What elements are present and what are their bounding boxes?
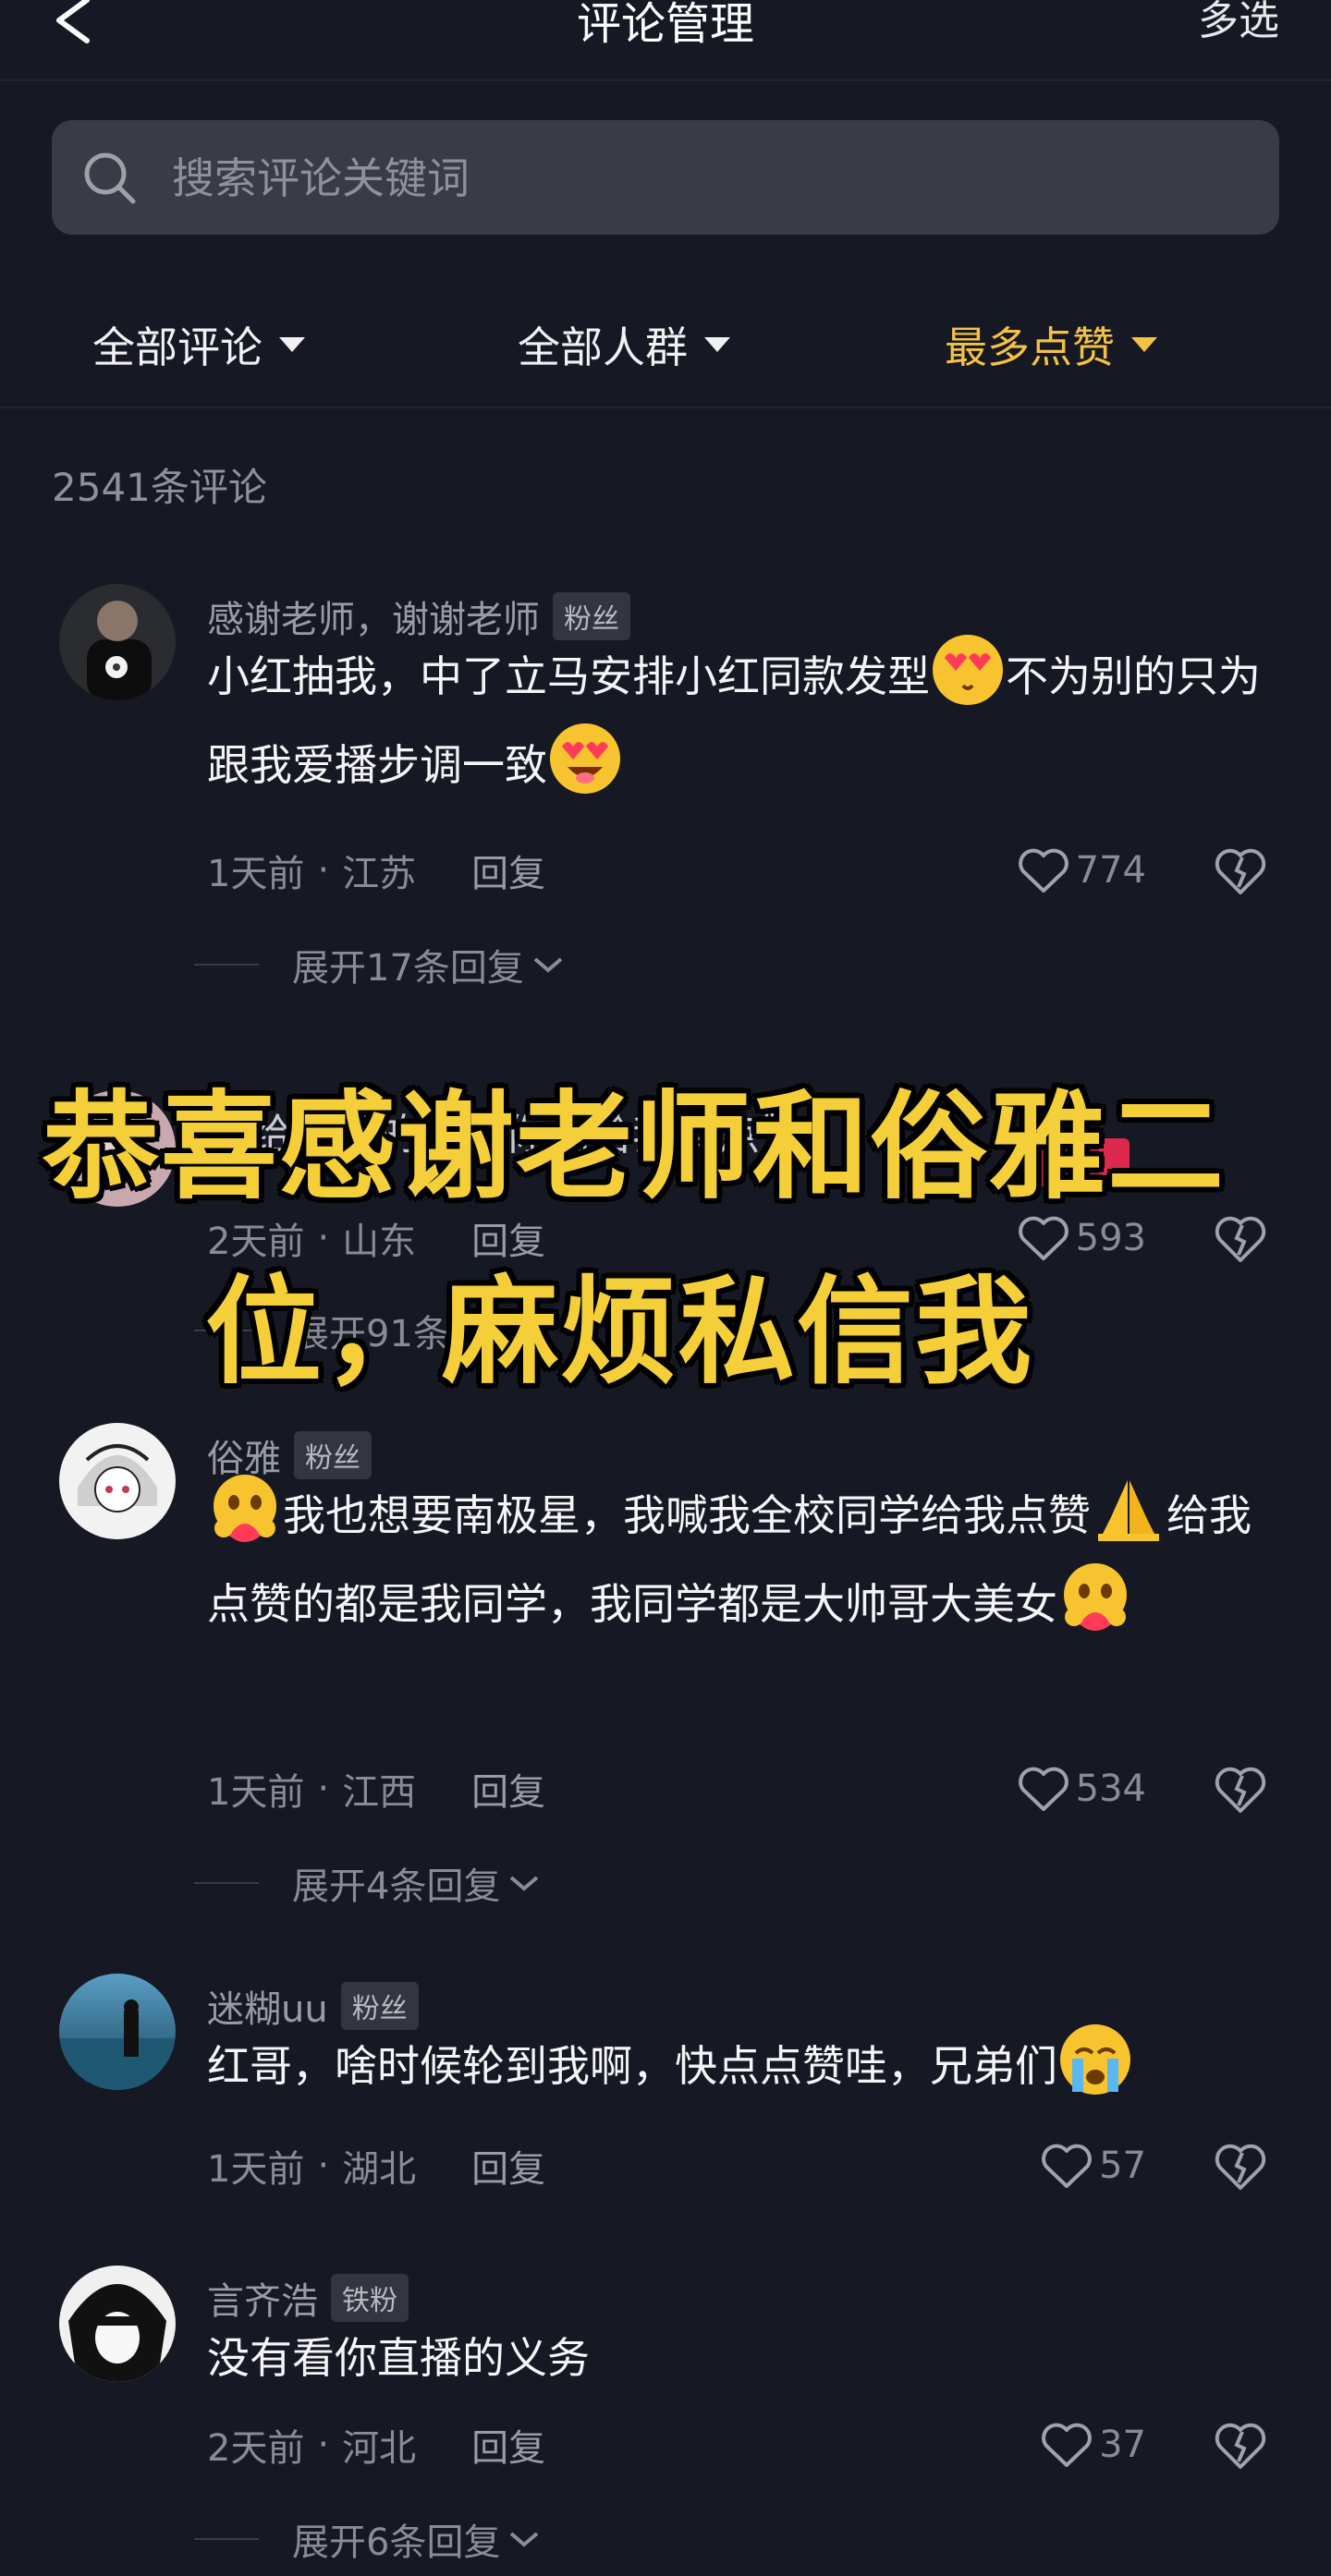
separator-dot: · xyxy=(317,2424,330,2466)
dislike-heart-icon[interactable] xyxy=(1213,2138,1268,2193)
comment-location: 湖北 xyxy=(342,2148,417,2191)
like-count: 593 xyxy=(1075,1217,1146,1259)
like-button[interactable]: 534 xyxy=(1017,1761,1146,1817)
filter-label: 最多点赞 xyxy=(945,322,1115,372)
comment-time: 1天前 xyxy=(207,2148,305,2191)
reply-button[interactable]: 回复 xyxy=(471,2139,545,2193)
hugging-emoji-icon xyxy=(1064,1563,1127,1631)
like-count: 37 xyxy=(1099,2424,1146,2466)
separator-dot: · xyxy=(317,849,330,892)
comment-location: 江西 xyxy=(342,1771,417,1814)
avatar[interactable] xyxy=(59,584,176,700)
page-title: 评论管理 xyxy=(576,0,754,50)
like-button[interactable]: 37 xyxy=(1040,2417,1146,2473)
divider xyxy=(0,407,1331,408)
reply-button[interactable]: 回复 xyxy=(471,2418,545,2472)
chevron-down-icon xyxy=(510,2532,539,2547)
comment-time: 1天前 xyxy=(207,853,305,895)
hugging-emoji-icon xyxy=(214,1475,276,1542)
comment-text: 红哥，啥时候轮到我啊，快点点赞哇，兄弟们 xyxy=(207,2022,1270,2110)
comment-text: 小红抽我，中了立马安排小红同款发型 不为别的只为跟我爱播步调一致 xyxy=(207,632,1270,809)
separator-dot: · xyxy=(317,1768,330,1810)
expand-replies-button[interactable]: 展开4条回复 xyxy=(194,1855,541,1911)
expand-label: 展开6条回复 xyxy=(292,2521,501,2564)
avatar[interactable] xyxy=(59,1423,176,1539)
separator-dot: · xyxy=(317,2145,330,2187)
heart-outline-icon xyxy=(1042,2423,1092,2467)
comment-count: 2541条评论 xyxy=(52,465,267,510)
comment-time: 1天前 xyxy=(207,1771,305,1814)
dropdown-caret-icon xyxy=(279,337,305,352)
avatar[interactable] xyxy=(59,2266,176,2382)
divider-line xyxy=(194,964,259,966)
like-count: 774 xyxy=(1075,849,1146,892)
reply-button[interactable]: 回复 xyxy=(471,844,545,897)
filter-most-liked[interactable]: 最多点赞 xyxy=(945,305,1157,384)
overlay-caption-line1: 恭喜感谢老师和俗雅二 xyxy=(43,1079,1226,1215)
comment-text: 我也想要南极星，我喊我全校同学给我点赞 给我点赞的都是我同学，我同学都是大帅哥大美… xyxy=(207,1471,1270,1648)
overlay-caption-line2: 位，麻烦私信我 xyxy=(205,1264,1033,1400)
comment-text-part: 小红抽我，中了立马安排小红同款发型 xyxy=(207,651,930,701)
like-count: 534 xyxy=(1075,1768,1146,1810)
comment-time: 2天前 xyxy=(207,2427,305,2470)
like-button[interactable]: 57 xyxy=(1040,2138,1146,2193)
search-bar[interactable] xyxy=(52,120,1279,237)
dislike-heart-icon[interactable] xyxy=(1213,1761,1268,1817)
divider-line xyxy=(194,1882,259,1884)
comment-text: 没有看你直播的义务 xyxy=(207,2333,590,2383)
dislike-heart-icon[interactable] xyxy=(1213,843,1268,898)
reply-button[interactable]: 回复 xyxy=(471,1762,545,1816)
comment-text-part: 红哥，啥时候轮到我啊，快点点赞哇，兄弟们 xyxy=(207,2041,1057,2091)
filter-all-audience[interactable]: 全部人群 xyxy=(518,305,730,384)
expand-replies-button[interactable]: 展开6条回复 xyxy=(194,2511,541,2567)
dislike-heart-icon[interactable] xyxy=(1213,2417,1268,2473)
comment-location: 江苏 xyxy=(342,853,417,895)
heart-eyes-emoji-icon xyxy=(933,635,1003,705)
filter-all-comments[interactable]: 全部评论 xyxy=(92,305,305,384)
heart-outline-icon xyxy=(1042,2144,1092,2188)
expand-replies-button[interactable]: 展开17条回复 xyxy=(194,937,565,992)
filter-label: 全部评论 xyxy=(92,322,263,372)
filter-label: 全部人群 xyxy=(518,322,688,372)
heart-outline-icon xyxy=(1018,1767,1068,1811)
folded-hands-emoji-icon xyxy=(1098,1480,1159,1541)
dropdown-caret-icon xyxy=(704,337,730,352)
multi-select-button[interactable]: 多选 xyxy=(1198,0,1279,46)
avatar[interactable] xyxy=(59,1974,176,2090)
comment-location: 河北 xyxy=(342,2427,417,2470)
heart-outline-icon xyxy=(1018,848,1068,893)
chevron-down-icon xyxy=(510,1876,539,1891)
like-count: 57 xyxy=(1099,2145,1146,2187)
top-bar: 评论管理 多选 xyxy=(0,0,1331,81)
star-struck-emoji-icon xyxy=(550,723,620,794)
search-icon xyxy=(84,152,136,204)
expand-label: 展开17条回复 xyxy=(292,947,524,990)
comment-text-part: 我也想要南极星，我喊我全校同学给我点赞 xyxy=(283,1490,1091,1540)
like-button[interactable]: 774 xyxy=(1017,843,1146,898)
search-input[interactable] xyxy=(170,120,1237,237)
dropdown-caret-icon xyxy=(1131,337,1157,352)
crying-emoji-icon xyxy=(1060,2024,1130,2095)
expand-label: 展开4条回复 xyxy=(292,1865,501,1908)
divider-line xyxy=(194,2538,259,2540)
filter-bar: 全部评论 全部人群 最多点赞 xyxy=(0,305,1331,384)
chevron-down-icon xyxy=(533,957,563,973)
